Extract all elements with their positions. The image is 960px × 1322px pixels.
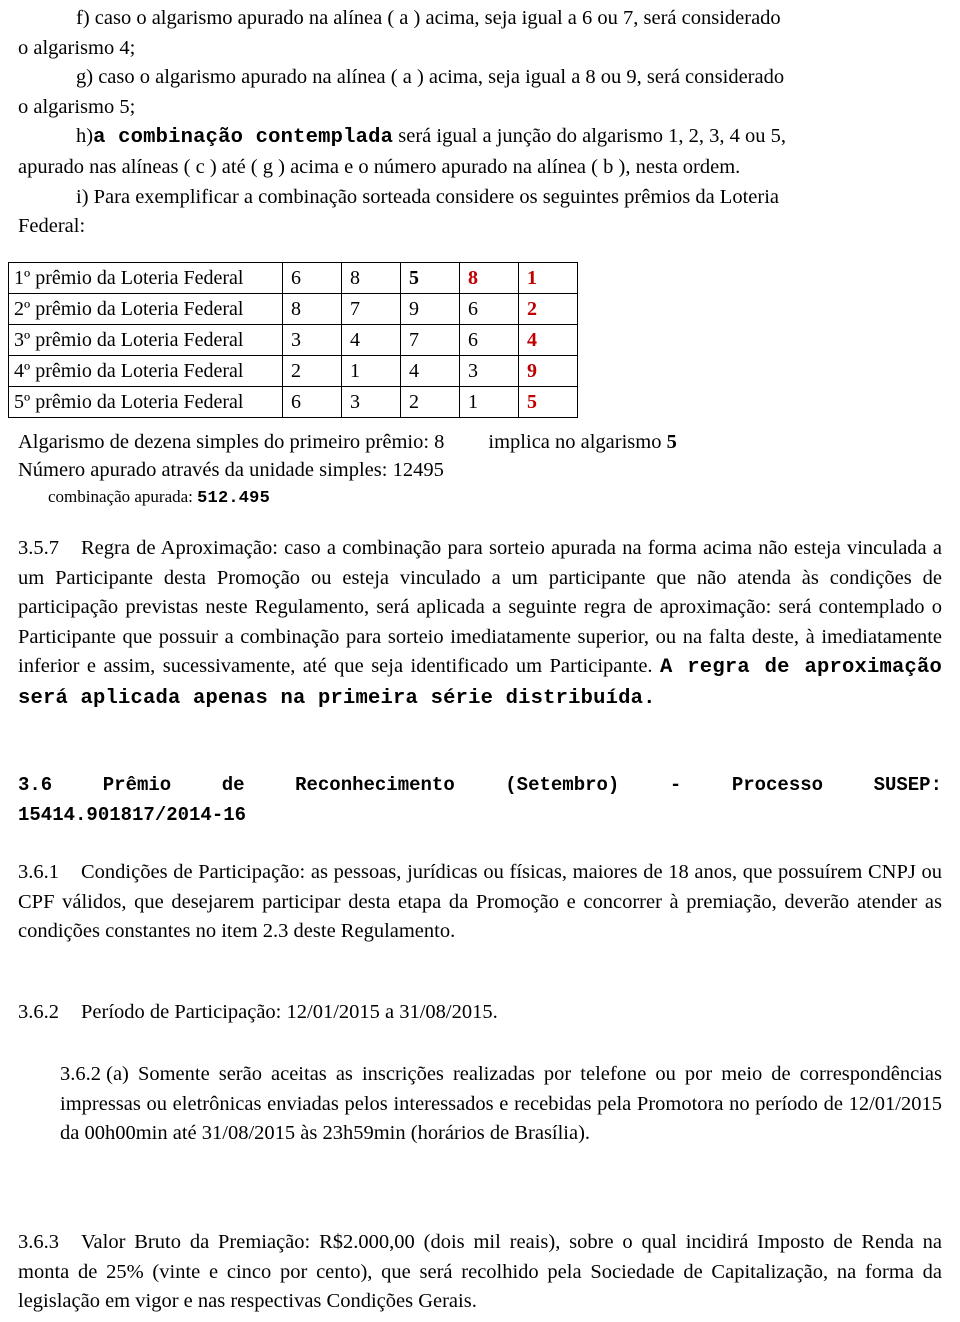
prize-digit-cell: 2 bbox=[518, 293, 578, 325]
prize-digit-cell: 5 bbox=[400, 262, 460, 294]
explicacao-linha1: Algarismo de dezena simples do primeiro … bbox=[18, 428, 942, 456]
prize-label-cell: 2º prêmio da Loteria Federal bbox=[8, 293, 283, 325]
prize-digit-cell: 1 bbox=[341, 355, 401, 387]
prize-digit-cell: 9 bbox=[518, 355, 578, 387]
alinea-i-line1: i) Para exemplificar a combinação sortea… bbox=[76, 185, 779, 208]
prize-digit-cell: 5 bbox=[518, 386, 578, 418]
table-row: 5º prêmio da Loteria Federal 6 3 2 1 5 bbox=[8, 386, 578, 418]
explicacao-implica-prefix: implica no algarismo bbox=[488, 431, 667, 453]
prize-digit-cell: 6 bbox=[282, 386, 342, 418]
alinea-h-bold-phrase: a combinação contemplada bbox=[93, 126, 394, 150]
section-3-6-word-5: Processo bbox=[731, 774, 824, 796]
alinea-f-line2: o algarismo 4; bbox=[18, 36, 136, 59]
table-row: 3º prêmio da Loteria Federal 3 4 7 6 4 bbox=[8, 324, 578, 356]
prize-digit-cell: 4 bbox=[341, 324, 401, 356]
section-3-6-2: 3.6.2 Período de Participação: 12/01/2015… bbox=[18, 998, 942, 1028]
prize-label-cell: 5º prêmio da Loteria Federal bbox=[8, 386, 283, 418]
alinea-h-rest: será igual a junção do algarismo 1, 2, 3… bbox=[393, 125, 786, 148]
alinea-g-line1: g) caso o algarismo apurado na alínea ( … bbox=[76, 66, 785, 89]
combinacao-apurada-label: combinação apurada: bbox=[48, 487, 198, 506]
alinea-h-line1: h)a combinação contemplada será igual a … bbox=[18, 122, 942, 153]
alinea-h-line2: apurado nas alíneas ( c ) até ( g ) acim… bbox=[18, 155, 741, 178]
section-3-6-2-a-number: 3.6.2 (a) bbox=[60, 1063, 129, 1085]
prize-digit-cell: 8 bbox=[341, 262, 401, 294]
prize-digit-cell: 8 bbox=[282, 293, 342, 325]
prize-digit-cell: 9 bbox=[400, 293, 460, 325]
section-3-6-heading: 3.6 Prêmio de Reconhecimento (Setembro) … bbox=[18, 770, 942, 830]
section-3-6-word-3: (Setembro) bbox=[505, 774, 620, 796]
section-3-6-1-text: Condições de Participação: as pessoas, j… bbox=[18, 861, 942, 942]
loteria-federal-table-wrap: 1º prêmio da Loteria Federal 6 8 5 8 1 2º prêm… bbox=[8, 262, 578, 418]
prize-digit-cell: 6 bbox=[459, 324, 519, 356]
section-3-6-1: 3.6.1 Condições de Participação: as pesso… bbox=[18, 858, 942, 947]
table-row: 2º prêmio da Loteria Federal 8 7 9 6 2 bbox=[8, 293, 578, 325]
section-3-6-number: 3.6 bbox=[18, 774, 53, 796]
section-3-6-3: 3.6.3 Valor Bruto da Premiação: R$2.000,0… bbox=[18, 1228, 942, 1317]
combinacao-apurada-valor: 512.495 bbox=[197, 489, 270, 508]
explicacao-block: Algarismo de dezena simples do primeiro … bbox=[18, 428, 942, 512]
prize-digit-cell: 3 bbox=[459, 355, 519, 387]
section-3-6-word-0: Prêmio bbox=[102, 774, 172, 796]
prize-digit-cell: 2 bbox=[282, 355, 342, 387]
section-3-6-heading-line2: 15414.901817/2014-16 bbox=[18, 804, 247, 826]
section-3-5-7: 3.5.7 Regra de Aproximação: caso a combin… bbox=[18, 534, 942, 713]
prize-digit-cell: 4 bbox=[400, 355, 460, 387]
section-3-6-2-a: 3.6.2 (a) Somente serão aceitas as inscr… bbox=[60, 1060, 942, 1149]
prize-digit-cell: 2 bbox=[400, 386, 460, 418]
explicacao-implica-valor: 5 bbox=[666, 431, 677, 453]
loteria-federal-table: 1º prêmio da Loteria Federal 6 8 5 8 1 2º prêm… bbox=[8, 262, 578, 418]
table-row: 1º prêmio da Loteria Federal 6 8 5 8 1 bbox=[8, 262, 578, 294]
section-3-6-word-4: - bbox=[669, 774, 682, 796]
prize-label-cell: 3º prêmio da Loteria Federal bbox=[8, 324, 283, 356]
explicacao-combinacao-apurada: combinação apurada: 512.495 bbox=[18, 484, 942, 512]
prize-digit-cell: 1 bbox=[459, 386, 519, 418]
table-row: 4º prêmio da Loteria Federal 2 1 4 3 9 bbox=[8, 355, 578, 387]
section-3-6-1-number: 3.6.1 bbox=[18, 861, 59, 883]
prize-label-cell: 1º prêmio da Loteria Federal bbox=[8, 262, 283, 294]
prize-digit-cell: 8 bbox=[459, 262, 519, 294]
alinea-f-line1: f) caso o algarismo apurado na alínea ( … bbox=[76, 7, 781, 29]
prize-digit-cell: 7 bbox=[341, 293, 401, 325]
section-3-6-2-number: 3.6.2 bbox=[18, 1001, 59, 1023]
section-3-6-3-text: Valor Bruto da Premiação: R$2.000,00 (do… bbox=[18, 1231, 942, 1312]
section-3-6-word-2: Reconhecimento bbox=[295, 774, 455, 796]
prize-digit-cell: 7 bbox=[400, 324, 460, 356]
prize-label-cell: 4º prêmio da Loteria Federal bbox=[8, 355, 283, 387]
prize-digit-cell: 3 bbox=[282, 324, 342, 356]
section-3-6-2-text: Período de Participação: 12/01/2015 a 31… bbox=[81, 1001, 498, 1023]
section-3-6-heading-line1: 3.6 Prêmio de Reconhecimento (Setembro) … bbox=[18, 770, 942, 800]
explicacao-dezena-simples: Algarismo de dezena simples do primeiro … bbox=[18, 431, 445, 453]
document-page: f) caso o algarismo apurado na alínea ( … bbox=[0, 0, 960, 1322]
prize-digit-cell: 1 bbox=[518, 262, 578, 294]
explicacao-linha2: Número apurado através da unidade simple… bbox=[18, 459, 444, 481]
section-3-6-word-1: de bbox=[221, 774, 245, 796]
prize-digit-cell: 6 bbox=[459, 293, 519, 325]
section-3-5-7-number: 3.5.7 bbox=[18, 537, 59, 559]
prize-digit-cell: 4 bbox=[518, 324, 578, 356]
prize-digit-cell: 3 bbox=[341, 386, 401, 418]
prize-digit-cell: 6 bbox=[282, 262, 342, 294]
section-3-6-word-6: SUSEP: bbox=[873, 774, 942, 796]
section-3-6-3-number: 3.6.3 bbox=[18, 1231, 59, 1253]
alineas-block: f) caso o algarismo apurado na alínea ( … bbox=[18, 4, 942, 242]
alinea-g-line2: o algarismo 5; bbox=[18, 95, 136, 118]
alinea-h-marker: h) bbox=[76, 125, 94, 148]
section-3-6-2-a-text: Somente serão aceitas as inscrições real… bbox=[60, 1063, 942, 1144]
alinea-i-line2: Federal: bbox=[18, 215, 86, 238]
